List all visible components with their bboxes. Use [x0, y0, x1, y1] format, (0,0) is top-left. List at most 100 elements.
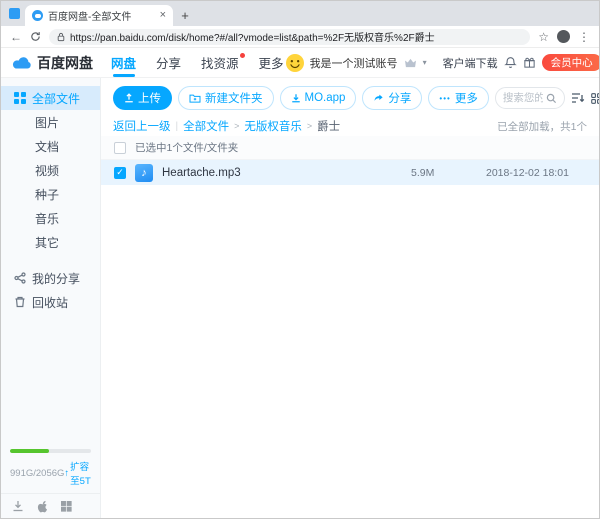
file-checkbox[interactable]: ✓	[114, 167, 126, 179]
browser-menu-icon[interactable]: ⋮	[578, 31, 590, 43]
sidebar-item-torrents[interactable]: 种子	[1, 182, 100, 206]
select-all-checkbox[interactable]	[114, 142, 126, 154]
storage-upgrade-label: 扩容至5T	[70, 459, 91, 487]
sidebar-item-all-files[interactable]: 全部文件	[1, 86, 100, 110]
music-note-glyph: ♪	[141, 167, 147, 179]
breadcrumb-divider: |	[176, 121, 179, 132]
gift-icon[interactable]	[523, 56, 536, 69]
new-tab-button[interactable]: +	[173, 5, 197, 26]
share-arrow-icon	[373, 93, 384, 103]
sidebar-item-my-shares[interactable]: 我的分享	[1, 266, 100, 290]
storage-panel: 991G/2056G ↑ 扩容至5T	[1, 449, 100, 493]
browser-profile-avatar[interactable]	[557, 30, 570, 43]
lock-icon	[57, 32, 65, 42]
file-size: 5.9M	[411, 167, 477, 179]
search-icon[interactable]	[546, 93, 557, 104]
sidebar-gap	[1, 254, 100, 266]
url-bar[interactable]: https://pan.baidu.com/disk/home?#/all?vm…	[49, 29, 530, 45]
nav-tab-find-resources[interactable]: 找资源	[199, 48, 241, 77]
storage-progress-bar	[10, 449, 91, 453]
sidebar-item-label: 全部文件	[32, 90, 80, 107]
breadcrumb-back-link[interactable]: 返回上一级	[113, 118, 171, 134]
up-arrow-icon: ↑	[64, 468, 69, 479]
breadcrumb-current: 爵士	[317, 118, 340, 134]
client-platforms-bar	[1, 493, 100, 518]
sidebar-item-label: 图片	[35, 114, 59, 131]
tab-title: 百度网盘-全部文件	[48, 8, 155, 23]
bell-icon[interactable]	[504, 56, 517, 69]
cloud-logo-icon	[11, 55, 33, 70]
username[interactable]: 我是一个测试账号	[310, 55, 398, 71]
file-row[interactable]: ✓ ♪ Heartache.mp3 5.9M 2018-12-02 18:01	[101, 160, 599, 185]
share-label: 分享	[388, 90, 411, 106]
nav-label: 更多	[259, 53, 284, 72]
share-button[interactable]: 分享	[362, 86, 422, 110]
storage-upgrade-link[interactable]: ↑ 扩容至5T	[64, 459, 91, 487]
more-label: 更多	[455, 90, 478, 106]
pinned-tab-icon[interactable]	[9, 8, 20, 19]
nav-tab-share[interactable]: 分享	[154, 48, 183, 77]
new-badge-dot	[240, 53, 245, 58]
member-center-button[interactable]: 会员中心	[542, 54, 600, 71]
main-nav: 网盘 分享 找资源 更多	[109, 48, 286, 77]
new-folder-label: 新建文件夹	[205, 90, 263, 106]
tab-close-icon[interactable]: ×	[160, 10, 166, 21]
sidebar-item-label: 种子	[35, 186, 59, 203]
folder-plus-icon	[189, 93, 201, 103]
more-dots-icon: •••	[439, 94, 450, 103]
refresh-icon[interactable]	[30, 31, 41, 42]
sidebar-item-documents[interactable]: 文档	[1, 134, 100, 158]
sidebar-item-pictures[interactable]: 图片	[1, 110, 100, 134]
bookmark-star-icon[interactable]: ☆	[538, 31, 549, 43]
share-nodes-icon	[13, 272, 26, 285]
browser-window: 百度网盘-全部文件 × + ← https://pan.baidu.com/di…	[0, 0, 600, 519]
sidebar-item-label: 回收站	[32, 294, 68, 311]
logo-text: 百度网盘	[37, 53, 93, 73]
nav-tab-more[interactable]: 更多	[257, 48, 286, 77]
baidu-netdisk-logo[interactable]: 百度网盘	[11, 53, 93, 73]
sort-icon[interactable]	[571, 92, 585, 104]
sidebar-item-others[interactable]: 其它	[1, 230, 100, 254]
mo-app-button[interactable]: MO.app	[280, 86, 357, 110]
download-client-icon[interactable]	[12, 500, 24, 512]
app-header: 百度网盘 网盘 分享 找资源 更多 我是一个测试账号 ▾ 客户端下载	[1, 48, 599, 78]
breadcrumb: 返回上一级 | 全部文件 > 无版权音乐 > 爵士 已全部加载，共1个	[101, 116, 599, 136]
file-name[interactable]: Heartache.mp3	[162, 167, 402, 179]
upload-label: 上传	[138, 90, 161, 106]
grid-view-icon[interactable]	[591, 93, 600, 104]
browser-tab[interactable]: 百度网盘-全部文件 ×	[25, 5, 173, 26]
breadcrumb-item-all-files[interactable]: 全部文件	[183, 118, 229, 134]
user-avatar[interactable]	[286, 54, 304, 72]
sidebar-item-label: 我的分享	[32, 270, 80, 287]
vip-badge-icon[interactable]	[404, 57, 417, 68]
all-files-icon	[13, 92, 26, 105]
main-content: 上传 新建文件夹 MO.app	[101, 78, 599, 518]
client-download-link[interactable]: 客户端下载	[443, 55, 498, 71]
chevron-right-icon: >	[234, 121, 239, 131]
url-text: https://pan.baidu.com/disk/home?#/all?vm…	[70, 29, 435, 44]
nav-label: 网盘	[111, 53, 136, 72]
sidebar-item-videos[interactable]: 视频	[1, 158, 100, 182]
chevron-right-icon: >	[307, 121, 312, 131]
new-folder-button[interactable]: 新建文件夹	[178, 86, 274, 110]
sidebar-item-label: 其它	[35, 234, 59, 251]
upload-button[interactable]: 上传	[113, 86, 172, 110]
sidebar-item-label: 文档	[35, 138, 59, 155]
browser-tab-bar: 百度网盘-全部文件 × +	[1, 1, 599, 26]
trash-icon	[13, 296, 26, 309]
nav-tab-netdisk[interactable]: 网盘	[109, 48, 138, 77]
app-body: 全部文件 图片 文档 视频 种子 音乐 其它 我的分享 回收站	[1, 78, 599, 518]
back-icon[interactable]: ←	[10, 31, 22, 43]
windows-icon[interactable]	[61, 501, 72, 512]
storage-usage-text: 991G/2056G	[10, 468, 64, 479]
mp3-file-icon: ♪	[135, 164, 153, 182]
sidebar-item-music[interactable]: 音乐	[1, 206, 100, 230]
sidebar-item-recycle-bin[interactable]: 回收站	[1, 290, 100, 314]
chevron-down-icon[interactable]: ▾	[423, 58, 427, 67]
breadcrumb-item-folder[interactable]: 无版权音乐	[244, 118, 302, 134]
apple-icon[interactable]	[37, 500, 48, 513]
more-button[interactable]: ••• 更多	[428, 86, 488, 110]
search-box	[495, 87, 565, 109]
browser-address-bar: ← https://pan.baidu.com/disk/home?#/all?…	[1, 26, 599, 48]
search-input[interactable]	[503, 92, 543, 104]
